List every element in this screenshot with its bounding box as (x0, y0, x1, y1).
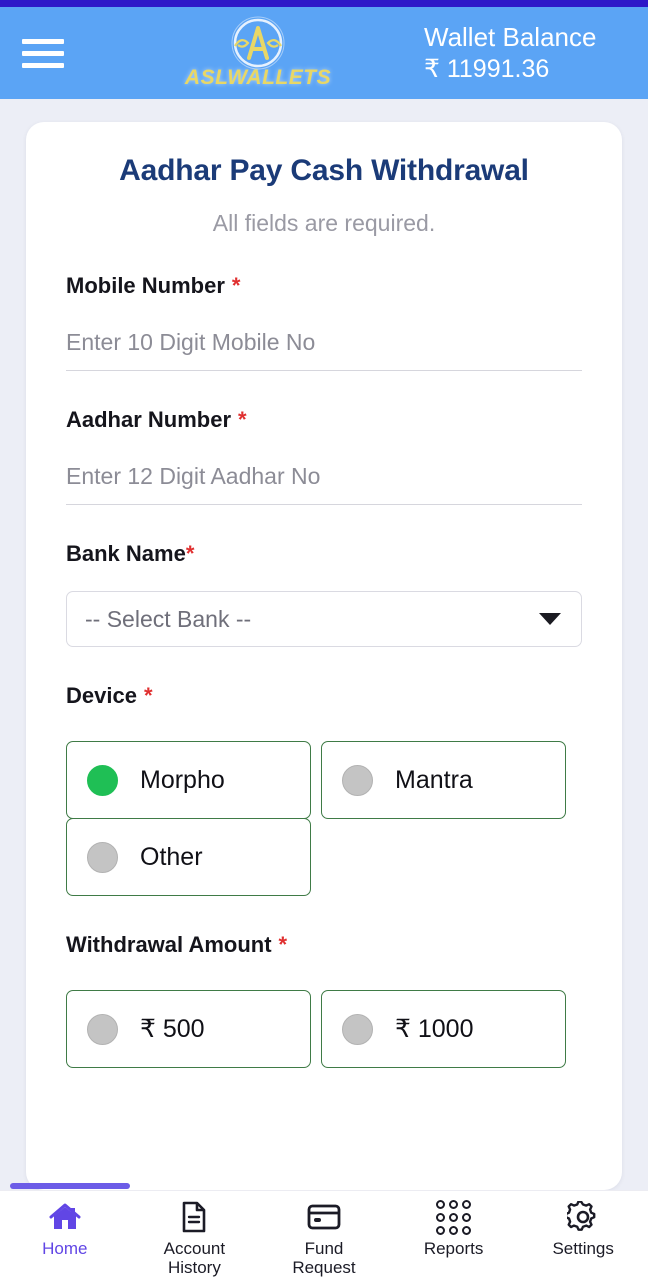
amount-option-label: ₹ 500 (140, 1015, 205, 1043)
mobile-number-input[interactable] (66, 329, 582, 371)
radio-icon (87, 764, 118, 796)
required-asterisk: * (185, 541, 195, 566)
grid-dots-icon (436, 1199, 472, 1235)
scroll-indicator[interactable] (10, 1183, 130, 1189)
mobile-number-label: Mobile Number * (66, 273, 582, 299)
nav-label-reports: Reports (423, 1239, 484, 1258)
withdrawal-form-card: Aadhar Pay Cash Withdrawal All fields ar… (26, 122, 622, 1190)
bank-name-label: Bank Name * (66, 541, 582, 567)
field-withdrawal-amount: Withdrawal Amount * ₹ 500 ₹ 1000 (66, 932, 582, 1068)
device-label-text: Device (66, 683, 137, 708)
aadhar-number-label-text: Aadhar Number (66, 407, 232, 432)
page-title: Aadhar Pay Cash Withdrawal (119, 154, 529, 187)
device-option-other[interactable]: Other (66, 818, 311, 896)
bottom-navigation: Home Account History Fund Request Report… (0, 1190, 648, 1280)
amount-option-1000[interactable]: ₹ 1000 (321, 990, 566, 1068)
required-asterisk: * (143, 683, 153, 708)
device-option-group: Morpho Mantra Other (66, 741, 582, 896)
nav-label-home: Home (42, 1239, 88, 1258)
mobile-number-label-text: Mobile Number (66, 273, 225, 298)
nav-item-settings[interactable]: Settings (518, 1200, 648, 1258)
nav-label-line2: History (167, 1258, 221, 1278)
withdrawal-amount-label-text: Withdrawal Amount (66, 932, 272, 957)
nav-item-home[interactable]: Home (0, 1200, 130, 1258)
nav-label-settings: Settings (552, 1239, 614, 1258)
brand-emblem-icon (219, 16, 297, 74)
document-icon (177, 1200, 211, 1234)
nav-label-line1: Account (163, 1239, 226, 1258)
radio-icon (87, 1013, 118, 1045)
field-mobile-number: Mobile Number * (66, 273, 582, 371)
required-asterisk: * (278, 932, 288, 957)
app-header: ASLWALLETS Wallet Balance ₹ 11991.36 (0, 7, 648, 99)
chevron-down-icon (539, 613, 561, 625)
field-device: Device * Morpho Mantra Other (66, 683, 582, 896)
withdrawal-amount-option-group: ₹ 500 ₹ 1000 (66, 990, 582, 1068)
hamburger-bar (22, 50, 64, 56)
device-option-label: Mantra (395, 765, 473, 794)
wallet-balance[interactable]: Wallet Balance ₹ 11991.36 (424, 7, 648, 99)
required-asterisk: * (238, 407, 247, 432)
nav-item-reports[interactable]: Reports (389, 1199, 519, 1258)
device-label: Device * (66, 683, 582, 709)
withdrawal-amount-label: Withdrawal Amount * (66, 932, 582, 958)
app-screen: ASLWALLETS Wallet Balance ₹ 11991.36 Aad… (0, 0, 648, 1280)
hamburger-bar (22, 62, 64, 68)
device-option-morpho[interactable]: Morpho (66, 741, 311, 819)
field-aadhar-number: Aadhar Number * (66, 407, 582, 505)
form-subtitle: All fields are required. (212, 210, 436, 236)
nav-item-fund-request[interactable]: Fund Request (259, 1200, 389, 1277)
radio-icon (87, 841, 118, 873)
device-option-mantra[interactable]: Mantra (321, 741, 566, 819)
radio-icon (342, 1013, 373, 1045)
credit-card-icon (307, 1200, 341, 1234)
amount-option-500[interactable]: ₹ 500 (66, 990, 311, 1068)
brand-logo[interactable]: ASLWALLETS (86, 7, 424, 99)
device-option-label: Other (140, 842, 203, 871)
wallet-balance-label: Wallet Balance (424, 22, 597, 53)
aadhar-number-input[interactable] (66, 463, 582, 505)
bank-name-label-text: Bank Name (66, 541, 186, 566)
nav-label-fund-request: Fund Request (292, 1239, 356, 1278)
home-icon (48, 1200, 82, 1234)
nav-item-account-history[interactable]: Account History (130, 1200, 260, 1277)
wallet-balance-amount: ₹ 11991.36 (424, 54, 550, 83)
hamburger-menu-icon[interactable] (0, 7, 86, 99)
nav-label-account-history: Account History (164, 1239, 225, 1277)
device-option-label: Morpho (140, 765, 225, 794)
gear-icon (566, 1200, 600, 1234)
field-bank-name: Bank Name * -- Select Bank -- (66, 541, 582, 647)
bank-name-selected-value: -- Select Bank -- (85, 605, 252, 632)
required-asterisk: * (231, 273, 241, 298)
aadhar-number-label: Aadhar Number * (66, 407, 582, 433)
status-accent-strip (0, 0, 648, 7)
bank-name-select[interactable]: -- Select Bank -- (66, 591, 582, 647)
amount-option-label: ₹ 1000 (395, 1015, 474, 1043)
radio-icon (342, 764, 373, 796)
hamburger-bar (22, 38, 64, 44)
